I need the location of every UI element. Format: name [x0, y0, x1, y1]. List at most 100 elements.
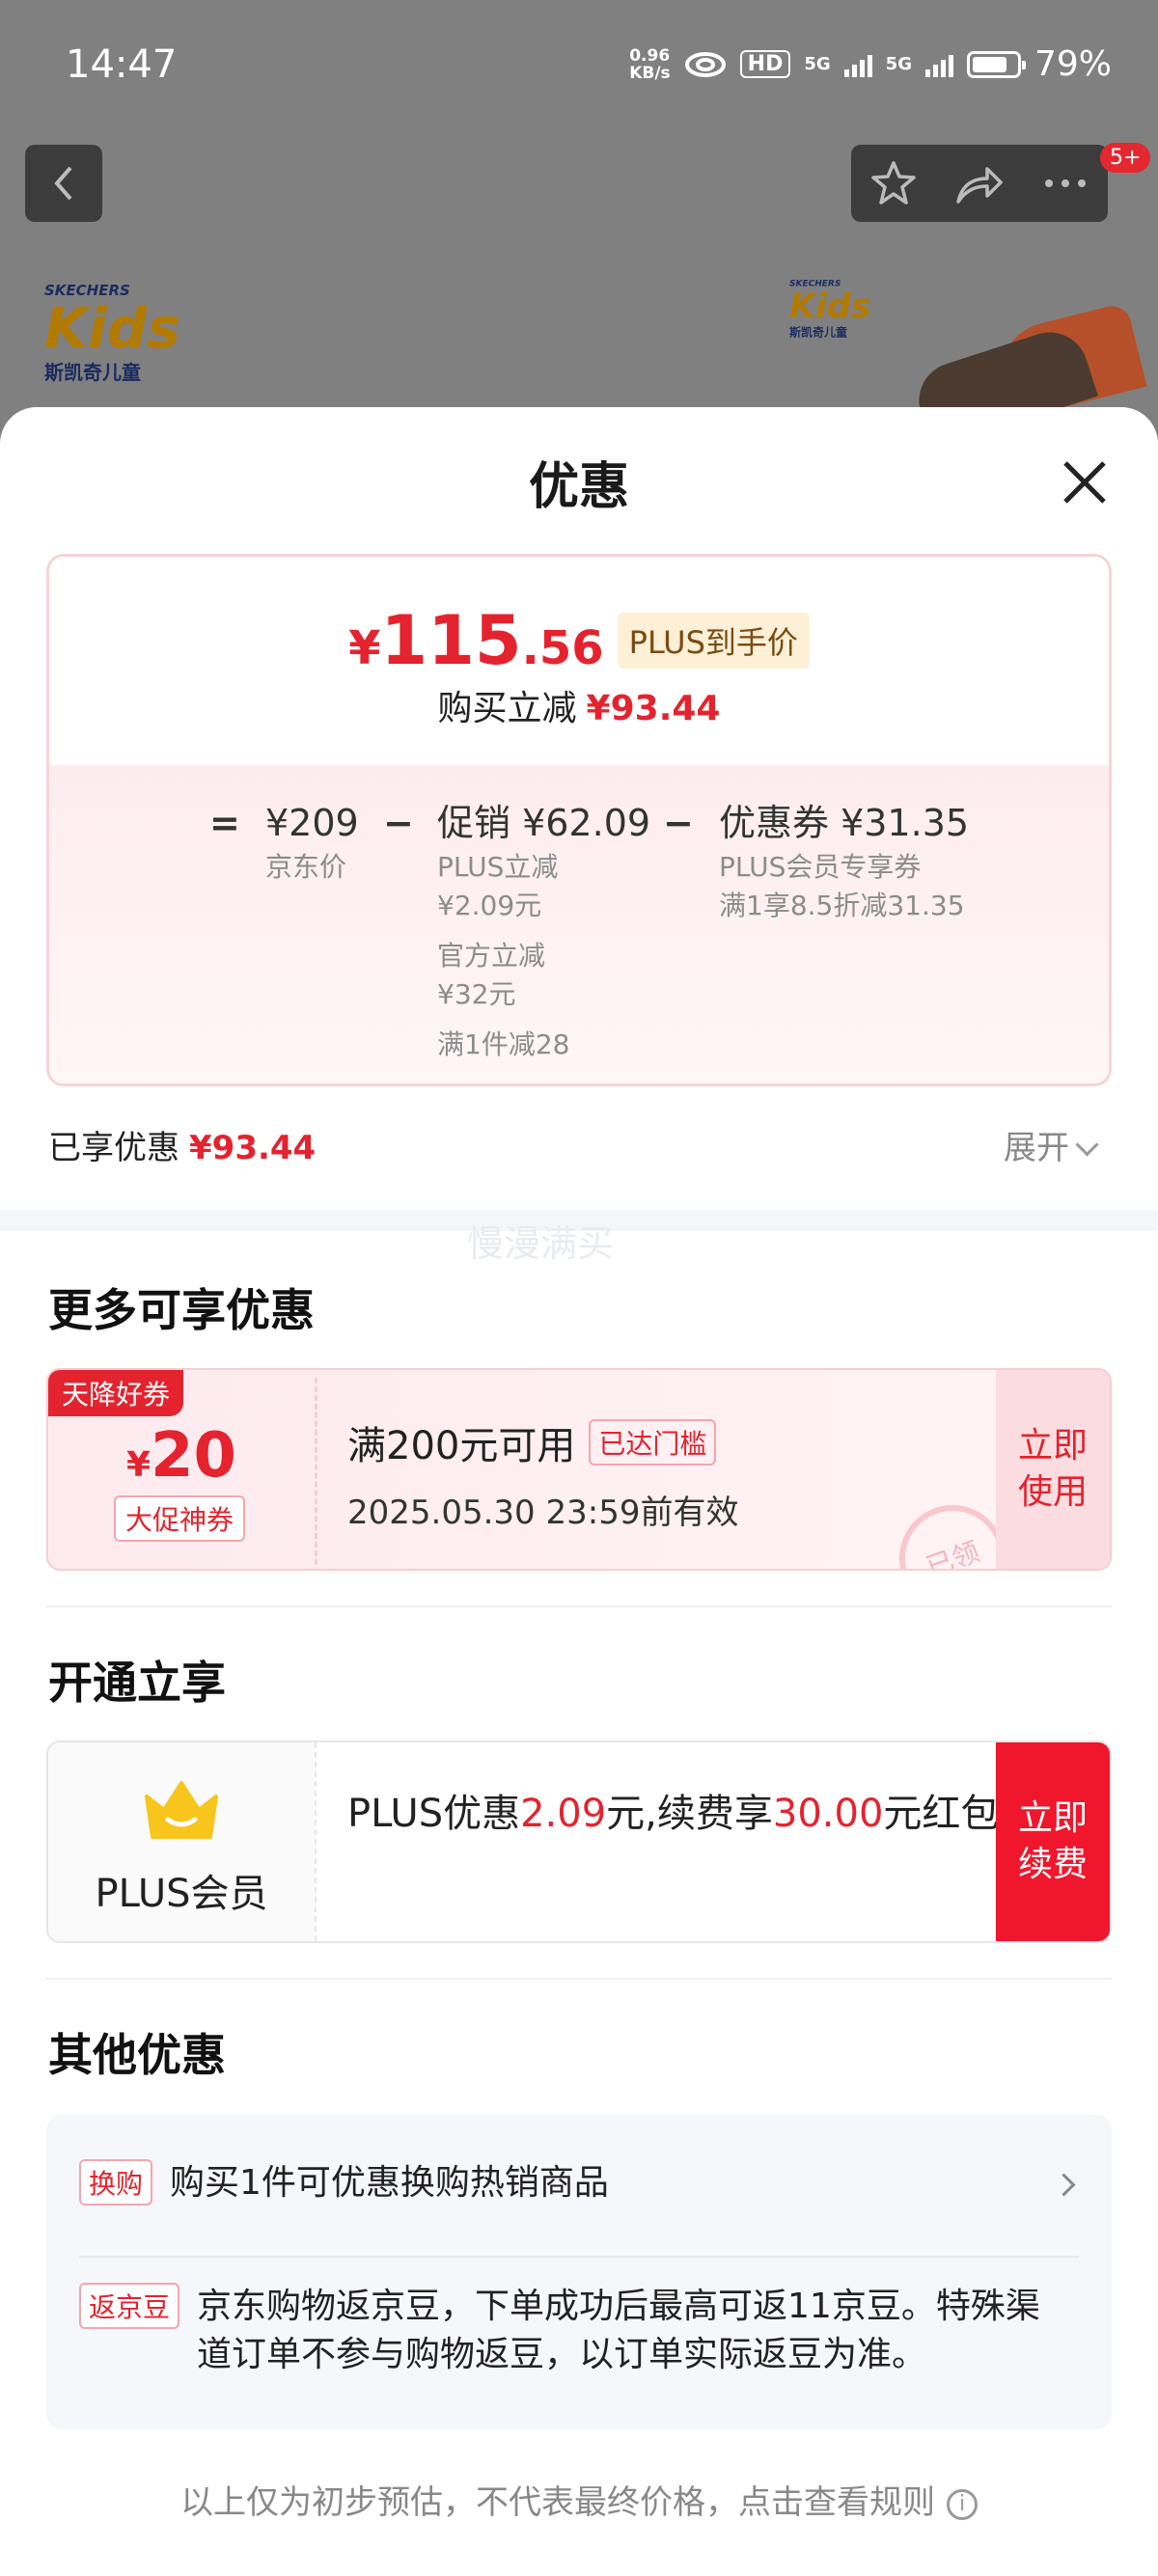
expand-label: 展开 — [1004, 1129, 1069, 1167]
benefit-text: 元红包 — [883, 1792, 1000, 1836]
reduce-amount: ¥93.44 — [586, 689, 721, 728]
section-title-more-offers: 更多可享优惠 — [48, 1284, 315, 1336]
price-breakdown-card: ¥ 115 .56 PLUS到手价 购买立减 ¥93.44 = ¥209 京东价 … — [46, 554, 1112, 1086]
pointer-notch — [565, 746, 603, 765]
back-button[interactable] — [25, 145, 102, 222]
calc-jd-price: ¥209 京东价 — [265, 798, 359, 887]
close-icon[interactable] — [1054, 452, 1116, 513]
status-time: 14:47 — [66, 42, 178, 87]
net-speed-unit: KB/s — [629, 63, 671, 83]
coupon-value: ¥20 — [48, 1420, 315, 1492]
coupon-ribbon: 天降好券 — [48, 1370, 184, 1416]
battery-text: 79% — [1034, 44, 1112, 84]
benefit-text: 元,续费享 — [606, 1792, 773, 1836]
chevron-right-icon[interactable] — [1052, 2173, 1076, 2197]
promotions-sheet: 优惠 ¥ 115 .56 PLUS到手价 购买立减 ¥93.44 = ¥209 京… — [0, 407, 1158, 2576]
plus-price-tag: PLUS到手价 — [617, 613, 810, 669]
chevron-left-icon — [54, 166, 72, 201]
enjoyed-amount: ¥93.44 — [189, 1129, 317, 1167]
calc-promotion: 促销 ¥62.09 PLUS立减 ¥2.09元 官方立减 ¥32元 满1件减28 — [437, 798, 650, 1064]
enjoyed-discount: 已享优惠 ¥93.44 — [48, 1121, 316, 1168]
jd-price-label: 京东价 — [265, 851, 347, 883]
button-label-line: 续费 — [1017, 1845, 1088, 1884]
net-speed-value: 0.96 — [629, 45, 671, 66]
plus-member-label: PLUS会员 — [95, 1872, 268, 1916]
renew-bonus-amount: 30.00 — [772, 1792, 884, 1836]
coupon-condition: 满200元可用 — [347, 1424, 576, 1468]
product-page-backdrop[interactable]: 14:47 0.96 KB/s HD 5G 5G 79% 5+ SKECHERS… — [0, 0, 1158, 450]
brand-logo: SKECHERS Kids 斯凯奇儿童 — [44, 282, 180, 385]
calc-minus-2: − — [663, 798, 694, 848]
coupon-title: 优惠券 ¥31.35 — [719, 802, 970, 844]
minus-sign: − — [383, 802, 414, 844]
section-title-other-offers: 其他优惠 — [48, 2029, 226, 2081]
promo-item: 官方立减 — [437, 940, 546, 972]
coupon-value-block: 天降好券 ¥20 大促神券 — [48, 1370, 315, 1569]
favorite-star-icon[interactable] — [869, 159, 918, 207]
plus-divider — [315, 1742, 317, 1941]
button-label-line: 使用 — [1017, 1472, 1088, 1512]
coupon-details: 满200元可用 已达门槛 2025.05.30 23:59前有效 — [347, 1414, 738, 1533]
divider — [46, 1605, 1112, 1607]
list-divider — [79, 2256, 1079, 2258]
button-label-line: 立即 — [1017, 1798, 1088, 1838]
signal-label-1: 5G — [804, 54, 831, 74]
promo-item: ¥2.09元 — [437, 890, 542, 921]
final-price-decimal: .56 — [521, 621, 604, 675]
promo-item: ¥32元 — [437, 978, 516, 1010]
brand-name-cn: 斯凯奇儿童 — [789, 325, 847, 340]
brand-logo-secondary: SKECHERS Kids 斯凯奇儿童 — [789, 278, 871, 340]
status-icons: 0.96 KB/s HD 5G 5G 79% — [629, 44, 1112, 84]
offer-text: 京东购物返京豆，下单成功后最高可返11京豆。特殊渠道订单不参与购物返豆，以订单实… — [197, 2287, 1040, 2374]
expand-toggle[interactable]: 展开 — [1004, 1121, 1099, 1168]
coupon-item: 满1享8.5折减31.35 — [719, 890, 965, 921]
status-bar: 14:47 0.96 KB/s HD 5G 5G 79% — [0, 0, 1158, 125]
promo-item: PLUS立减 — [437, 851, 559, 883]
other-offers-card: 换购 购买1件可优惠换购热销商品 返京豆 京东购物返京豆，下单成功后最高可返11… — [46, 2115, 1112, 2429]
list-item-exchange[interactable]: 换购 购买1件可优惠换购热销商品 — [79, 2159, 1044, 2207]
price-summary: ¥ 115 .56 PLUS到手价 购买立减 ¥93.44 — [49, 557, 1109, 765]
share-icon[interactable] — [954, 161, 1005, 206]
renew-now-button[interactable]: 立即 续费 — [996, 1742, 1110, 1941]
link-icon — [684, 51, 726, 77]
notification-badge: 5+ — [1100, 143, 1151, 173]
hd-icon: HD — [739, 50, 791, 78]
coupon-type-tag: 大促神券 — [114, 1495, 246, 1542]
rules-link[interactable]: 以上仅为初步预估，不代表最终价格，点击查看规则 i — [0, 2476, 1158, 2523]
calc-coupon: 优惠券 ¥31.35 PLUS会员专享券 满1享8.5折减31.35 — [719, 798, 969, 925]
coupon-expiry: 2025.05.30 23:59前有效 — [347, 1494, 739, 1532]
signal-bars-icon — [924, 52, 953, 77]
brand-name-cn: 斯凯奇儿童 — [44, 361, 141, 384]
net-speed: 0.96 KB/s — [629, 47, 670, 82]
reduce-label: 购买立减 — [437, 689, 577, 728]
offer-tag: 返京豆 — [79, 2283, 180, 2329]
coupon-divider — [315, 1378, 317, 1565]
reduce-row: 购买立减 ¥93.44 — [49, 680, 1109, 730]
brand-kids: Kids — [44, 295, 180, 361]
final-price: ¥ 115 .56 — [348, 601, 604, 680]
coupon-item: PLUS会员专享券 — [719, 851, 922, 883]
coupon-currency: ¥ — [125, 1445, 151, 1485]
info-icon: i — [947, 2488, 978, 2520]
equals-sign: = — [209, 802, 240, 844]
footer-note-text: 以上仅为初步预估，不代表最终价格，点击查看规则 — [180, 2483, 935, 2522]
crown-icon — [145, 1781, 218, 1839]
list-item-jingdou: 返京豆 京东购物返京豆，下单成功后最高可返11京豆。特殊渠道订单不参与购物返豆，… — [79, 2283, 1073, 2379]
more-icon[interactable] — [1041, 178, 1089, 189]
calc-eq: = — [209, 798, 240, 848]
jd-price: ¥209 — [265, 802, 359, 844]
promo-title: 促销 ¥62.09 — [437, 802, 651, 844]
chevron-down-icon — [1075, 1133, 1099, 1157]
plus-membership-card: PLUS会员 PLUS优惠2.09元,续费享30.00元红包 立即续费 — [46, 1740, 1112, 1943]
offer-text: 购买1件可优惠换购热销商品 — [170, 2163, 609, 2203]
battery-fill — [972, 56, 1006, 72]
enjoyed-label: 已享优惠 — [48, 1129, 179, 1167]
threshold-reached-badge: 已达门槛 — [589, 1419, 717, 1466]
divider — [46, 1978, 1112, 1980]
currency-symbol: ¥ — [348, 621, 381, 675]
button-label-line: 立即 — [1017, 1426, 1088, 1466]
coupon-condition-row: 满200元可用 已达门槛 — [347, 1414, 738, 1470]
use-now-button[interactable]: 立即 使用 — [996, 1370, 1110, 1569]
sheet-title: 优惠 — [528, 458, 629, 516]
plus-benefit-text: PLUS优惠2.09元,续费享30.00元红包 — [347, 1787, 1004, 1841]
